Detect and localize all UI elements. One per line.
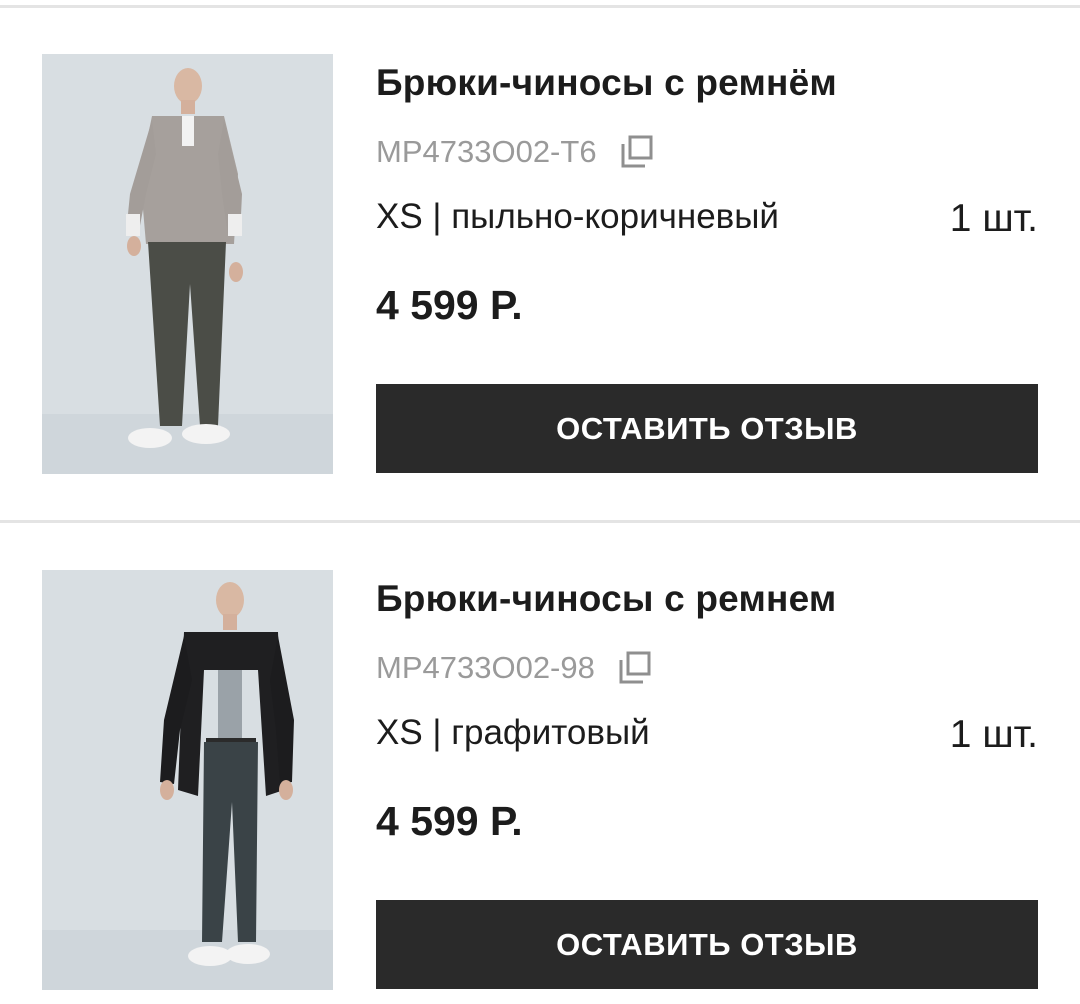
product-price: 4 599 Р.: [376, 282, 523, 328]
product-sku: MP4733O02-98: [376, 650, 595, 685]
sku-row: MP4733O02-98: [376, 646, 653, 690]
product-variant: XS | графитовый: [376, 713, 650, 752]
leave-review-button[interactable]: ОСТАВИТЬ ОТЗЫВ: [376, 384, 1038, 473]
product-title[interactable]: Брюки-чиносы с ремнём: [376, 62, 837, 104]
leave-review-button[interactable]: ОСТАВИТЬ ОТЗЫВ: [376, 900, 1038, 989]
product-variant: XS | пыльно-коричневый: [376, 197, 779, 236]
copy-icon[interactable]: [619, 134, 655, 170]
copy-icon[interactable]: [617, 650, 653, 686]
product-image[interactable]: [42, 570, 333, 990]
product-image[interactable]: [42, 54, 333, 474]
product-price: 4 599 Р.: [376, 798, 523, 844]
product-info: Брюки-чиносы с ремнем MP4733O02-98 XS | …: [376, 570, 1038, 990]
divider: [0, 5, 1080, 8]
divider: [0, 520, 1080, 523]
product-quantity: 1 шт.: [949, 197, 1038, 240]
product-sku: MP4733O02-T6: [376, 134, 597, 169]
order-items-page: Брюки-чиносы с ремнём MP4733O02-T6 XS | …: [0, 0, 1080, 1004]
product-title[interactable]: Брюки-чиносы с ремнем: [376, 578, 836, 620]
product-quantity: 1 шт.: [949, 713, 1038, 756]
product-info: Брюки-чиносы с ремнём MP4733O02-T6 XS | …: [376, 54, 1038, 474]
sku-row: MP4733O02-T6: [376, 130, 655, 174]
